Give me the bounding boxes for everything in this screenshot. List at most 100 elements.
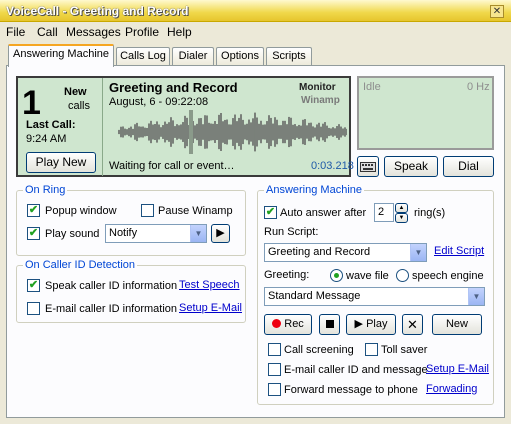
frequency-display: Idle 0 Hz: [357, 76, 494, 150]
speak-button[interactable]: Speak: [384, 156, 438, 177]
answering-machine-legend: Answering Machine: [264, 184, 364, 196]
rings-up-button[interactable]: ▲: [395, 203, 408, 213]
rings-input[interactable]: 2: [374, 203, 394, 222]
frequency-readout: 0 Hz: [467, 81, 490, 93]
setup-email-link-2[interactable]: Setup E-Mail: [426, 363, 489, 375]
script-select[interactable]: Greeting and Record ▼: [264, 243, 427, 262]
play-sound-label: Play sound: [45, 228, 100, 240]
wave-file-radio[interactable]: [330, 269, 343, 282]
last-call-time: 9:24 AM: [26, 133, 67, 145]
dial-button[interactable]: Dial: [443, 156, 494, 177]
message-select[interactable]: Standard Message ▼: [264, 287, 485, 306]
email-caller-id-checkbox[interactable]: [27, 302, 40, 315]
stop-icon: [325, 320, 334, 328]
forward-message-label: Forward message to phone: [284, 384, 418, 396]
tab-answering-machine[interactable]: Answering Machine: [8, 44, 114, 67]
email-caller-id-label: E-mail caller ID information: [45, 303, 178, 315]
rings-label: ring(s): [414, 207, 446, 219]
tab-strip: Answering Machine Calls Log Dialer Optio…: [6, 44, 506, 67]
close-button[interactable]: ✕: [490, 5, 504, 18]
rings-down-button[interactable]: ▼: [395, 213, 408, 223]
delete-button[interactable]: ✕: [402, 314, 423, 335]
play-icon: ▶: [354, 318, 363, 330]
greeting-display: Greeting and Record August, 6 - 09:22:08…: [102, 78, 354, 176]
speech-engine-radio[interactable]: [396, 269, 409, 282]
toll-saver-label: Toll saver: [381, 344, 428, 356]
waveform-display: [118, 110, 347, 154]
email-caller-message-label: E-mail caller ID and message: [284, 364, 428, 376]
call-screening-label: Call screening: [284, 344, 354, 356]
greeting-date: August, 6 - 09:22:08: [109, 96, 209, 108]
greeting-label: Greeting:: [264, 269, 310, 281]
tab-scripts[interactable]: Scripts: [266, 47, 312, 66]
title-bar: VoiceCall - Greeting and Record ✕: [0, 0, 511, 22]
close-icon: ✕: [407, 317, 418, 332]
edit-script-link[interactable]: Edit Script: [434, 245, 484, 257]
status-message: Waiting for call or event…: [109, 160, 235, 172]
play-sound-button[interactable]: ▶: [211, 224, 230, 243]
chevron-down-icon: ▼: [468, 288, 484, 305]
toll-saver-checkbox[interactable]: [365, 343, 378, 356]
calls-label: calls: [68, 100, 91, 112]
menu-bar: File Call Messages Profile Help: [0, 22, 511, 42]
popup-window-label: Popup window: [45, 205, 117, 217]
speak-caller-id-checkbox[interactable]: ✔: [27, 279, 40, 292]
caller-id-group: On Caller ID Detection ✔ Speak caller ID…: [16, 259, 246, 323]
play-icon: ▶: [216, 227, 225, 239]
message-select-value: Standard Message: [268, 290, 361, 302]
playback-timer: 0:03.218: [311, 160, 354, 172]
chevron-down-icon: ▼: [410, 244, 426, 261]
tab-options[interactable]: Options: [216, 47, 264, 66]
monitor-label: Monitor: [299, 82, 336, 93]
winamp-label: Winamp: [301, 95, 340, 106]
menu-file[interactable]: File: [6, 25, 25, 39]
record-icon: [272, 319, 282, 328]
play-label: Play: [366, 318, 388, 330]
wave-file-label: wave file: [346, 270, 389, 282]
run-script-label: Run Script:: [264, 226, 319, 238]
call-screening-checkbox[interactable]: [268, 343, 281, 356]
email-caller-message-checkbox[interactable]: [268, 363, 281, 376]
chevron-down-icon: ▼: [398, 215, 405, 221]
speak-caller-id-label: Speak caller ID information: [45, 280, 178, 292]
stop-button[interactable]: [319, 314, 340, 335]
last-call-label: Last Call:: [26, 119, 76, 131]
record-button[interactable]: Rec: [264, 314, 312, 335]
play-new-button[interactable]: Play New: [26, 152, 96, 173]
keyboard-icon: [360, 162, 376, 172]
menu-profile[interactable]: Profile: [125, 25, 159, 39]
popup-window-checkbox[interactable]: ✔: [27, 204, 40, 217]
caller-id-legend: On Caller ID Detection: [23, 259, 138, 271]
menu-call[interactable]: Call: [37, 25, 58, 39]
play-sound-checkbox[interactable]: ✔: [27, 227, 40, 240]
tab-dialer[interactable]: Dialer: [172, 47, 214, 66]
pause-winamp-checkbox[interactable]: [141, 204, 154, 217]
setup-email-link[interactable]: Setup E-Mail: [179, 302, 242, 314]
window-title: VoiceCall - Greeting and Record: [6, 4, 189, 18]
keyboard-button[interactable]: [357, 156, 379, 177]
play-button[interactable]: ▶ Play: [346, 314, 396, 335]
menu-help[interactable]: Help: [167, 25, 192, 39]
playback-cursor[interactable]: [189, 110, 193, 154]
new-message-button[interactable]: New: [432, 314, 482, 335]
greeting-title: Greeting and Record: [109, 80, 238, 95]
speech-engine-label: speech engine: [412, 270, 484, 282]
menu-messages[interactable]: Messages: [66, 25, 121, 39]
answering-machine-group: Answering Machine ✔ Auto answer after 2 …: [257, 184, 494, 405]
forwarding-link[interactable]: Forwading: [426, 383, 477, 395]
calls-new-label: New: [64, 86, 87, 98]
idle-label: Idle: [363, 81, 381, 93]
auto-answer-checkbox[interactable]: ✔: [264, 206, 277, 219]
on-ring-group: On Ring ✔ Popup window Pause Winamp ✔ Pl…: [16, 184, 246, 256]
forward-message-checkbox[interactable]: [268, 383, 281, 396]
calls-count: 1: [22, 84, 41, 122]
chevron-down-icon: ▼: [190, 225, 206, 242]
chevron-up-icon: ▲: [398, 205, 405, 211]
tab-calls-log[interactable]: Calls Log: [116, 47, 170, 66]
test-speech-link[interactable]: Test Speech: [179, 279, 240, 291]
script-select-value: Greeting and Record: [268, 246, 371, 258]
sound-select[interactable]: Notify ▼: [105, 224, 207, 243]
auto-answer-label: Auto answer after: [280, 207, 367, 219]
call-status-card: 1 New calls Last Call: 9:24 AM Play New …: [16, 76, 354, 177]
pause-winamp-label: Pause Winamp: [158, 205, 233, 217]
